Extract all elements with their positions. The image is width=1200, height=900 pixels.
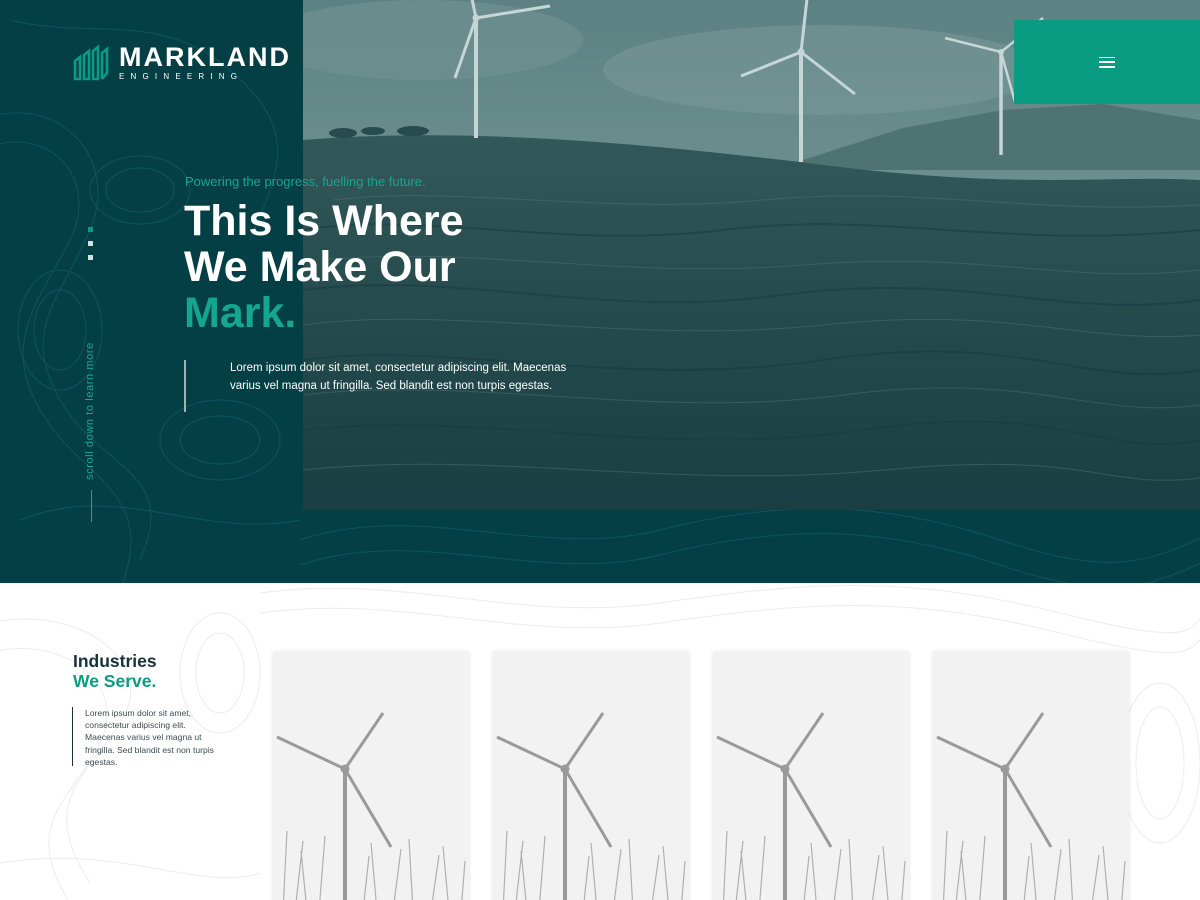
hero-tagline: Powering the progress, fuelling the futu…: [185, 174, 426, 189]
brand-wordmark: MARKLAND ENGINEERING: [119, 44, 291, 82]
slide-pagination: [88, 227, 93, 260]
wind-turbine-icon: [273, 651, 469, 900]
scroll-hint[interactable]: scroll down to learn more: [84, 342, 96, 480]
industries-section: Industries We Serve. Lorem ipsum dolor s…: [0, 583, 1200, 900]
industry-card-1[interactable]: [273, 651, 469, 900]
industries-text: Lorem ipsum dolor sit amet, consectetur …: [85, 708, 214, 767]
industries-title-line-2: We Serve.: [73, 671, 157, 691]
brand-name: MARKLAND: [119, 42, 291, 72]
slide-dot-1[interactable]: [88, 227, 93, 232]
markland-logo-icon: [73, 45, 109, 81]
hero-intro-text: Lorem ipsum dolor sit amet, consectetur …: [230, 362, 567, 392]
menu-button[interactable]: [1014, 20, 1200, 104]
industries-divider: [72, 707, 73, 766]
slide-dot-3[interactable]: [88, 255, 93, 260]
hero-section: MARKLAND ENGINEERING scroll down to lear…: [0, 0, 1200, 583]
hero-headline: This Is Where We Make Our Mark.: [184, 198, 604, 336]
industries-title: Industries We Serve.: [73, 651, 157, 691]
intro-divider: [184, 360, 186, 412]
slide-dot-2[interactable]: [88, 241, 93, 246]
headline-line-2: We Make Our: [184, 243, 456, 291]
brand-logo[interactable]: MARKLAND ENGINEERING: [73, 44, 291, 82]
headline-line-1: This Is Where: [184, 197, 464, 245]
industry-card-3[interactable]: [713, 651, 909, 900]
scroll-indicator-line: [91, 490, 92, 522]
brand-subtitle: ENGINEERING: [119, 72, 244, 81]
wind-turbine-icon: [933, 651, 1129, 900]
industry-card-4[interactable]: [933, 651, 1129, 900]
industry-card-2[interactable]: [493, 651, 689, 900]
industries-title-line-1: Industries: [73, 651, 157, 671]
wind-turbine-icon: [713, 651, 909, 900]
wind-turbine-icon: [493, 651, 689, 900]
headline-accent: Mark.: [184, 289, 297, 337]
hamburger-icon: [1099, 56, 1115, 68]
